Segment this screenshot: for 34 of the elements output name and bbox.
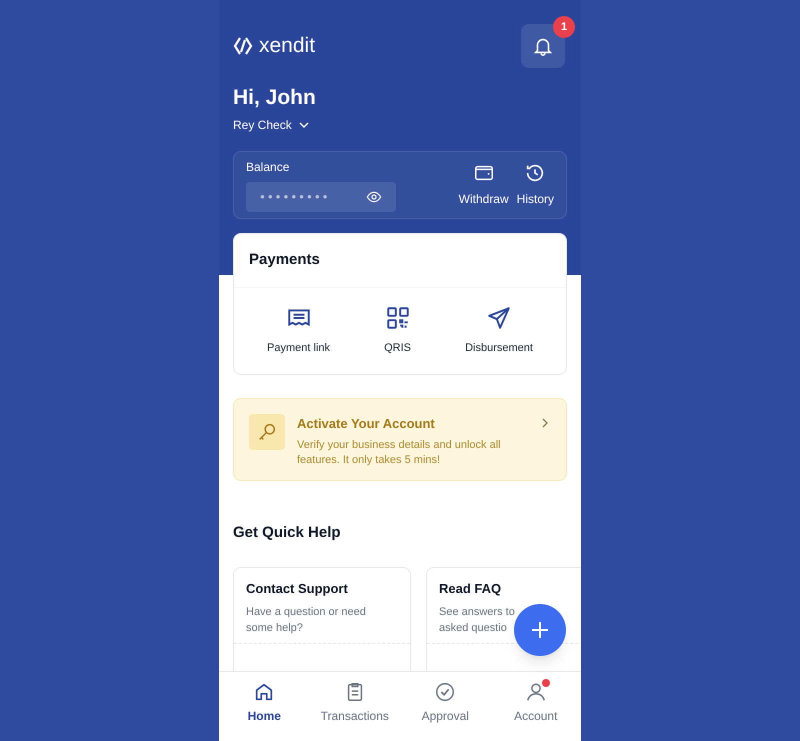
card-text: asked questio (439, 621, 507, 636)
banner-title: Activate Your Account (297, 415, 435, 433)
banner-text: Verify your business details and unlock all features. It only takes 5 mins! (297, 438, 502, 468)
brand-name: xendit (259, 33, 316, 60)
nav-tab[interactable]: Account (490, 672, 581, 741)
payment-option[interactable]: Disbursement (465, 305, 533, 357)
nav-tab[interactable]: Home (219, 672, 310, 741)
section-title: Get Quick Help (233, 523, 341, 543)
action-button[interactable]: History (516, 162, 554, 208)
payment-option[interactable]: QRIS (384, 305, 411, 357)
masked-amount: ●●●●●●●●● (260, 191, 330, 203)
nav-tab[interactable]: Approval (400, 672, 490, 741)
activation-banner[interactable]: Activate Your Account Verify your business details and unlock all features. It only takes 5 mins! (233, 398, 567, 481)
section-title: Payments (249, 250, 320, 270)
card-text: some help? (246, 621, 303, 636)
send-icon (486, 305, 512, 332)
balance-label: Balance (246, 159, 290, 176)
card-title: Read FAQ (439, 580, 502, 598)
card-text: See answers to (439, 605, 515, 620)
plus-icon (530, 620, 550, 640)
nav-tab[interactable]: Transactions (310, 672, 400, 741)
action-button[interactable]: Withdraw (458, 162, 509, 208)
eye-icon[interactable] (366, 189, 382, 205)
business-selector[interactable]: Rey Check (233, 116, 310, 134)
payment-option[interactable]: Payment link (267, 305, 330, 357)
qr-code-icon (384, 305, 411, 332)
key-icon (249, 414, 285, 450)
user-icon (524, 681, 547, 703)
card-title: Contact Support (246, 580, 348, 598)
notification-button[interactable] (521, 24, 565, 68)
check-circle-icon (434, 681, 456, 703)
logo-icon (233, 36, 253, 56)
greeting: Hi, John (233, 85, 316, 111)
card-text: Have a question or need (246, 605, 366, 620)
